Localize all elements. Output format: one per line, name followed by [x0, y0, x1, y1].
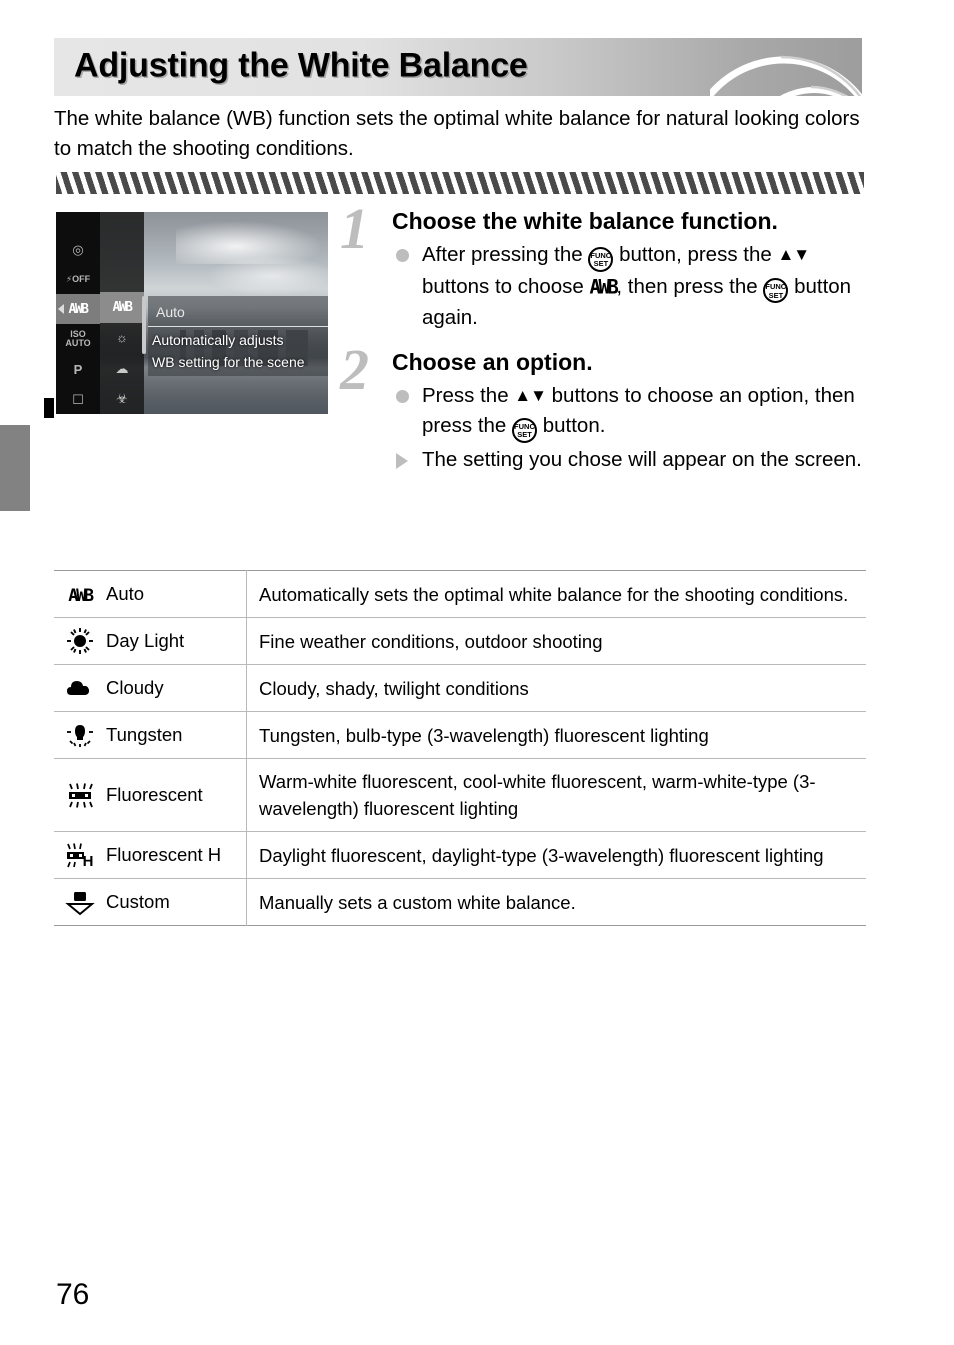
white-balance-options-table: AWB Auto Automatically sets the optimal … — [54, 570, 866, 926]
option-name: Cloudy — [106, 677, 164, 698]
lcd-panel-divider — [148, 326, 328, 327]
step-2: 2 Choose an option. Press the ▲▼ buttons… — [340, 341, 864, 475]
hatched-divider — [56, 172, 864, 194]
custom-wb-icon — [54, 879, 106, 926]
option-name: Fluorescent H — [106, 844, 222, 865]
cloudy-icon — [54, 665, 106, 712]
table-row: Custom Manually sets a custom white bala… — [54, 878, 866, 926]
bullet-dot-icon — [396, 249, 409, 262]
table-row: Cloudy Cloudy, shady, twilight condition… — [54, 664, 866, 712]
bullet-text: Press the ▲▼ buttons to choose an option… — [422, 384, 855, 443]
decorative-arcs-icon — [710, 55, 862, 96]
option-description: Daylight fluorescent, daylight-type (3-w… — [246, 831, 866, 879]
page-title: Adjusting the White Balance — [74, 46, 528, 85]
step-heading: Choose an option. — [392, 349, 593, 375]
tungsten-icon — [54, 712, 106, 759]
step-bullet: After pressing the FUNC. SET button, pres… — [392, 240, 864, 333]
step-bullet: Press the ▲▼ buttons to choose an option… — [392, 381, 864, 443]
table-body: AWB Auto Automatically sets the optimal … — [54, 570, 866, 926]
option-name: Day Light — [106, 630, 185, 651]
table-row: H Fluorescent H Daylight fluorescent, da… — [54, 831, 866, 879]
cloud-highlight — [206, 256, 328, 296]
svg-text:AWB: AWB — [68, 586, 94, 606]
selection-caret-icon — [58, 304, 64, 314]
option-description: Warm-white fluorescent, cool-white fluor… — [246, 758, 866, 832]
func-set-button-icon: FUNC. SET — [588, 246, 614, 272]
shooting-mode-p-icon: P — [73, 361, 83, 377]
up-down-buttons-icon: ▲▼ — [777, 245, 810, 264]
lcd-panel-line2: WB setting for the scene — [152, 354, 305, 370]
iso-label-bottom: AUTO — [65, 338, 91, 348]
fluorescent-h-icon: H — [54, 832, 106, 879]
table-row: Day Light Fine weather conditions, outdo… — [54, 617, 866, 665]
option-description: Cloudy, shady, twilight conditions — [246, 664, 866, 712]
procedure-steps: 1 Choose the white balance function. Aft… — [340, 200, 864, 475]
table-row: Tungsten Tungsten, bulb-type (3-waveleng… — [54, 711, 866, 759]
chapter-thumb-tab — [0, 425, 30, 511]
func-set-button-icon: FUNC. SET — [763, 278, 789, 303]
step-1: 1 Choose the white balance function. Aft… — [340, 200, 864, 333]
drive-mode-icon: ☐ — [72, 391, 84, 407]
option-name: Auto — [106, 583, 145, 604]
lcd-option-awb: AWB — [100, 292, 144, 323]
bullet-text: After pressing the FUNC. SET button, pres… — [422, 243, 851, 329]
crop-mark — [44, 398, 54, 418]
option-description: Tungsten, bulb-type (3-wavelength) fluor… — [246, 711, 866, 759]
bullet-dot-icon — [396, 390, 409, 403]
flash-off-icon: ⚡OFF — [65, 273, 91, 284]
awb-icon: AWB — [54, 571, 106, 618]
option-name: Tungsten — [106, 724, 183, 745]
lcd-scrollbar — [142, 296, 146, 354]
step-number: 2 — [340, 337, 369, 402]
page-number: 76 — [56, 1278, 90, 1311]
daylight-icon — [54, 618, 106, 665]
camera-screen-illustration: ◎ ⚡OFF AWB ISO AUTO P ☐ AWB ☼ ☁ ☣ Auto A… — [56, 212, 328, 414]
option-description: Fine weather conditions, outdoor shootin… — [246, 617, 866, 665]
option-name: Fluorescent — [106, 784, 203, 805]
fluorescent-icon — [54, 759, 106, 832]
up-down-buttons-icon: ▲▼ — [514, 386, 547, 405]
awb-icon: AWB — [589, 274, 619, 299]
tungsten-icon: ☣ — [116, 391, 128, 407]
step-number: 1 — [340, 196, 369, 261]
option-name: Custom — [106, 891, 170, 912]
intro-paragraph: The white balance (WB) function sets the… — [54, 107, 860, 160]
step-result: The setting you chose will appear on the… — [392, 445, 864, 475]
table-row: Fluorescent Warm-white fluorescent, cool… — [54, 758, 866, 832]
func-set-button-icon: FUNC. SET — [512, 417, 538, 443]
page-header-banner: Adjusting the White Balance — [54, 38, 862, 96]
svg-text:H: H — [83, 853, 94, 869]
result-triangle-icon — [396, 452, 408, 469]
result-text: The setting you chose will appear on the… — [422, 447, 862, 471]
option-description: Automatically sets the optimal white bal… — [246, 570, 866, 618]
iso-auto-icon: ISO AUTO — [56, 324, 100, 354]
daylight-icon: ☼ — [116, 330, 128, 346]
step-heading: Choose the white balance function. — [392, 208, 778, 234]
metering-icon: ◎ — [72, 241, 84, 257]
lcd-panel-title: Auto — [156, 304, 185, 320]
lcd-option-column: AWB ☼ ☁ ☣ — [100, 212, 144, 414]
table-row: AWB Auto Automatically sets the optimal … — [54, 570, 866, 618]
cloudy-icon: ☁ — [115, 360, 129, 376]
option-description: Manually sets a custom white balance. — [246, 878, 866, 926]
lcd-panel-line1: Automatically adjusts — [152, 332, 284, 348]
